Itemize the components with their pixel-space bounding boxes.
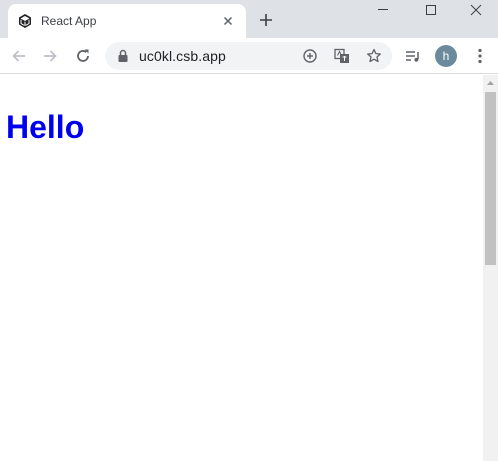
minimize-icon[interactable]: [360, 0, 406, 24]
new-tab-icon[interactable]: [258, 12, 274, 28]
more-menu-icon[interactable]: [471, 47, 489, 65]
profile-avatar[interactable]: h: [435, 45, 457, 67]
media-control-icon[interactable]: [404, 47, 422, 65]
bookmark-star-icon[interactable]: [365, 47, 383, 65]
vertical-scrollbar[interactable]: [483, 75, 498, 461]
page-heading: Hello: [6, 109, 85, 145]
back-arrow-icon[interactable]: [10, 47, 28, 65]
maximize-icon[interactable]: [408, 0, 454, 24]
add-circle-icon[interactable]: [301, 47, 319, 65]
tab-react-app[interactable]: React App: [8, 4, 246, 38]
reload-icon[interactable]: [74, 47, 92, 65]
browser-toolbar: uc0kl.csb.app h: [0, 38, 498, 74]
translate-icon[interactable]: [333, 47, 351, 65]
page-viewport: Hello: [0, 75, 483, 461]
close-tab-icon[interactable]: [220, 13, 236, 29]
codesandbox-icon: [19, 14, 31, 28]
scroll-up-arrow-icon[interactable]: [483, 75, 498, 92]
lock-icon[interactable]: [117, 49, 129, 63]
tab-title: React App: [41, 14, 97, 28]
url-text[interactable]: uc0kl.csb.app: [139, 48, 226, 64]
address-bar[interactable]: uc0kl.csb.app: [105, 42, 392, 70]
tab-strip: React App: [0, 0, 498, 38]
window-close-icon[interactable]: [454, 0, 498, 24]
scroll-thumb[interactable]: [485, 92, 496, 265]
forward-arrow-icon[interactable]: [41, 47, 59, 65]
